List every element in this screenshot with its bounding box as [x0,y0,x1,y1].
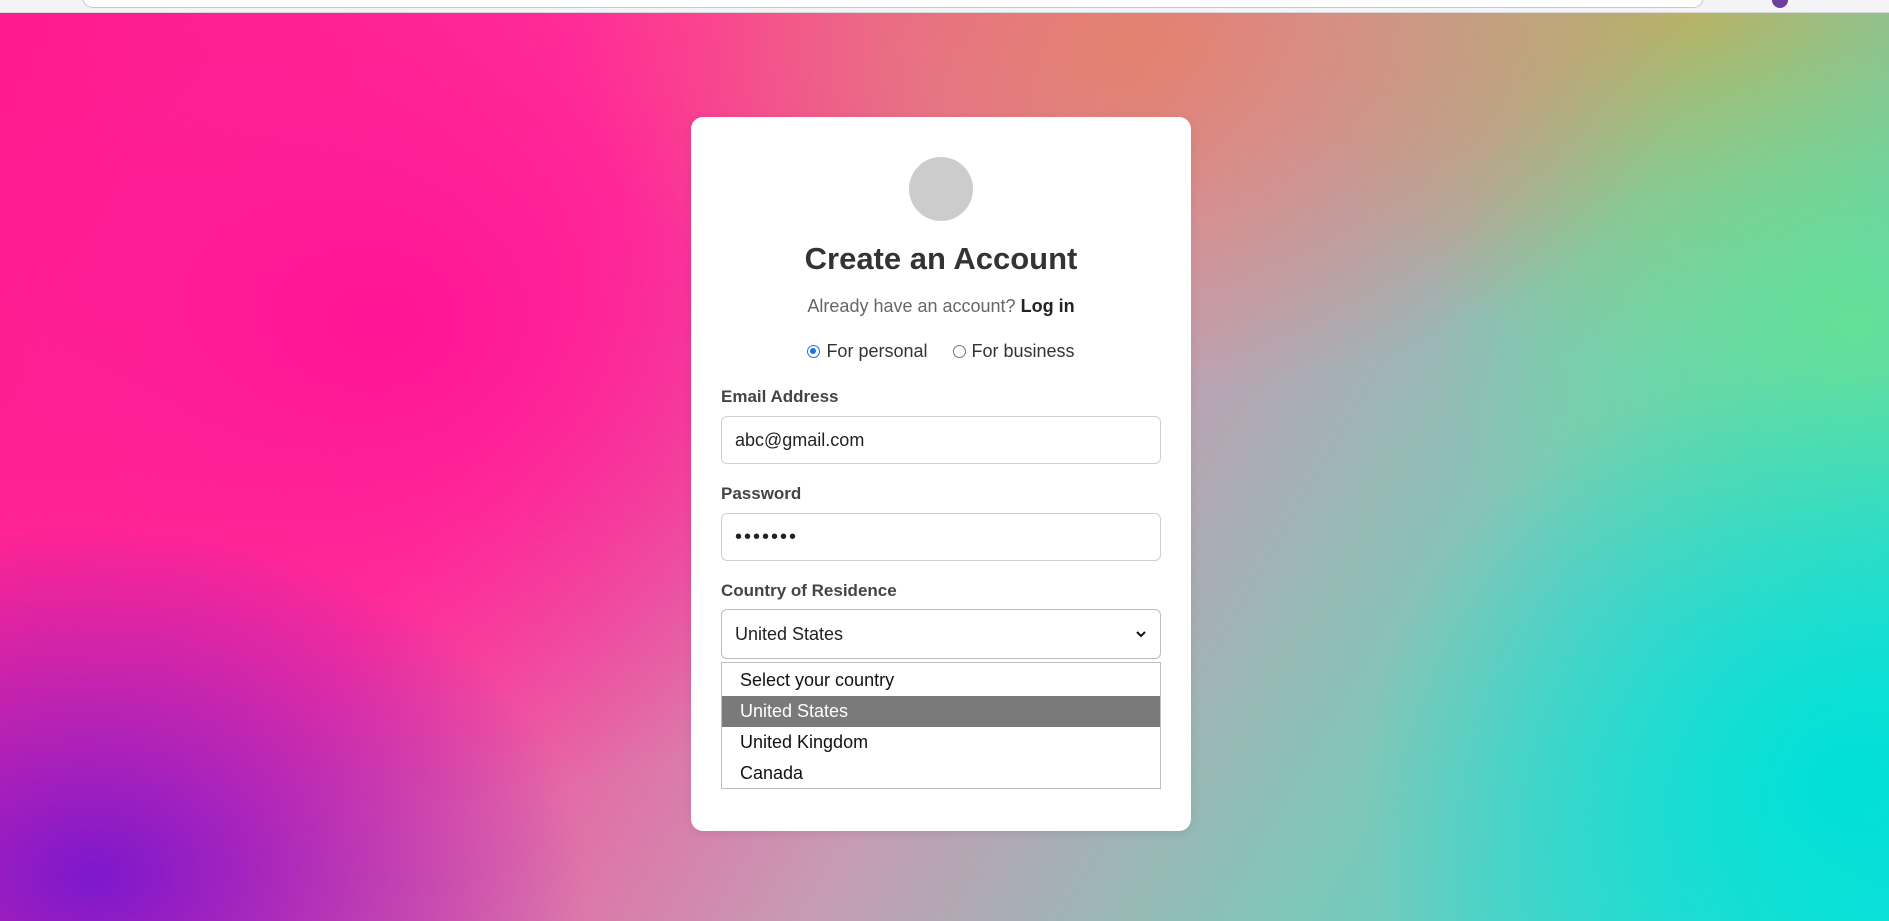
address-bar[interactable] [82,0,1704,8]
country-option[interactable]: Canada [722,758,1160,789]
browser-toolbar [0,0,1889,13]
email-value: abc@gmail.com [735,429,865,450]
account-type-business[interactable]: For business [952,341,1075,362]
account-type-group: For personal For business [691,341,1191,363]
password-field[interactable]: ••••••• [721,513,1161,561]
profile-avatar-icon[interactable] [1772,0,1788,8]
personal-radio-label: For personal [826,341,928,361]
chevron-down-icon [1136,631,1146,638]
page-title: Create an Account [804,241,1078,276]
country-option[interactable]: Select your country [722,665,1160,696]
country-option[interactable]: United Kingdom [722,727,1160,758]
login-prompt-text: Already have an account? [807,296,1016,316]
country-label: Country of Residence [721,581,897,600]
password-label: Password [721,484,802,503]
country-select-value: United States [735,623,844,644]
country-dropdown-list[interactable]: Select your country United States United… [721,662,1161,789]
account-type-personal[interactable]: For personal [807,341,928,362]
business-radio[interactable] [952,345,966,358]
personal-radio[interactable] [807,345,821,358]
email-field[interactable]: abc@gmail.com [721,416,1161,464]
login-link[interactable]: Log in [1021,296,1075,316]
login-prompt-line: Already have an account? Log in [691,296,1191,317]
avatar-placeholder [909,157,973,221]
email-label: Email Address [721,387,839,406]
country-option[interactable]: United States [722,696,1160,727]
business-radio-label: For business [971,341,1075,361]
country-select[interactable]: United States [721,609,1161,659]
password-value: ••••••• [735,525,799,548]
